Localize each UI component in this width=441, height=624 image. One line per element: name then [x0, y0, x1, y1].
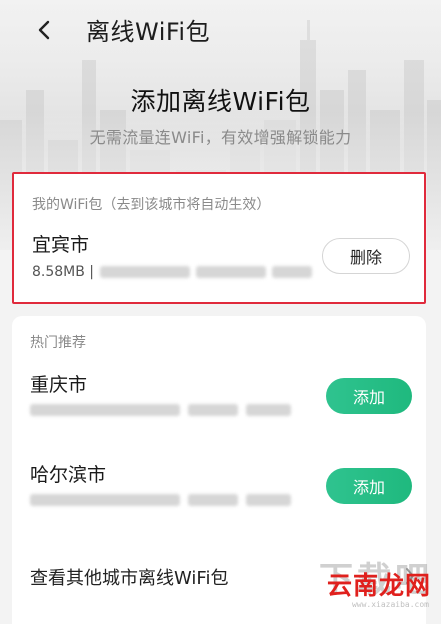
blurred-text — [196, 266, 267, 278]
more-cities-label: 查看其他城市离线WiFi包 — [30, 568, 229, 589]
my-package-city: 宜宾市 — [32, 234, 90, 256]
watermark-main-text: 云南龙网 — [326, 571, 431, 600]
hot-city-name: 重庆市 — [30, 374, 88, 396]
blurred-text — [272, 266, 313, 278]
back-button[interactable] — [28, 14, 60, 46]
hero-subline: 无需流量连WiFi，有效增强解锁能力 — [89, 128, 352, 147]
add-button[interactable]: 添加 — [326, 468, 412, 504]
delete-button[interactable]: 删除 — [322, 238, 410, 274]
my-wifi-packages-card: 我的WiFi包（去到该城市将自动生效） 宜宾市 8.58MB | 删除 — [12, 172, 426, 304]
top-nav-bar: 离线WiFi包 — [0, 0, 441, 60]
chevron-left-icon — [38, 20, 50, 40]
page-title: 离线WiFi包 — [86, 18, 211, 46]
add-button[interactable]: 添加 — [326, 378, 412, 414]
blurred-details — [30, 404, 291, 416]
blurred-details — [30, 494, 291, 506]
site-watermark: 下载吧 云南龙网 www.xiazaiba.com — [307, 552, 439, 622]
hot-city-name: 哈尔滨市 — [30, 464, 107, 486]
my-packages-section-label: 我的WiFi包（去到该城市将自动生效） — [32, 197, 271, 213]
hero-headline: 添加离线WiFi包 — [130, 87, 311, 116]
blurred-text — [100, 266, 191, 278]
hot-section-label: 热门推荐 — [30, 335, 86, 351]
my-package-meta: 8.58MB | — [32, 264, 313, 280]
package-size: 8.58MB | — [32, 264, 95, 280]
watermark-url: www.xiazaiba.com — [351, 600, 429, 609]
